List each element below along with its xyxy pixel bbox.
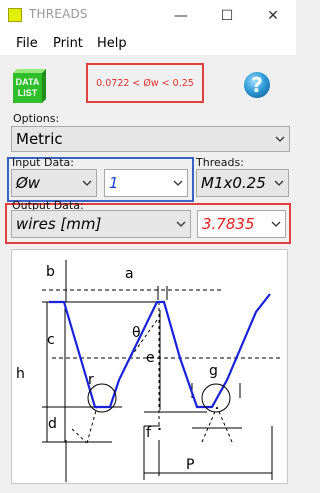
close-button[interactable]: ✕ xyxy=(250,0,296,31)
data-list-button[interactable]: DATA LIST xyxy=(13,69,46,103)
thread-profile-diagram: b a c θ e h r g d f P xyxy=(16,260,280,482)
output-value: 3.7835 xyxy=(202,215,255,233)
menu-file[interactable]: File xyxy=(16,36,38,51)
options-label: Options: xyxy=(13,112,60,125)
app-icon xyxy=(8,8,22,22)
threads-select[interactable]: M1x0.25 xyxy=(196,169,289,197)
threads-label: Threads: xyxy=(196,156,244,169)
help-button[interactable]: ? xyxy=(243,71,271,99)
chevron-down-icon xyxy=(169,180,187,186)
input-value: 1 xyxy=(109,174,119,192)
input-label: Input Data: xyxy=(12,156,74,169)
chevron-down-icon xyxy=(172,221,190,227)
label-d: d xyxy=(48,416,57,432)
range-expression: 0.0722 < Øw < 0.25 xyxy=(86,63,204,103)
options-select[interactable]: Metric xyxy=(11,126,290,152)
help-icon: ? xyxy=(244,72,270,98)
data-list-line1: DATA xyxy=(16,77,40,87)
data-list-icon: DATA LIST xyxy=(13,69,46,103)
label-P: P xyxy=(186,457,194,473)
label-b: b xyxy=(46,264,55,280)
menu-print[interactable]: Print xyxy=(53,36,83,51)
options-value: Metric xyxy=(16,130,63,148)
chevron-down-icon xyxy=(270,180,288,186)
output-value-field[interactable]: 3.7835 xyxy=(197,210,286,238)
thread-diagram-panel: b a c θ e h r g d f P xyxy=(11,249,288,484)
input-value-field[interactable]: 1 xyxy=(104,169,188,197)
window-title: THREADS xyxy=(29,7,88,21)
label-g: g xyxy=(209,363,218,379)
label-a: a xyxy=(125,266,134,282)
threads-value: M1x0.25 xyxy=(201,174,266,192)
label-theta: θ xyxy=(132,325,141,341)
menu-help[interactable]: Help xyxy=(97,36,127,51)
chevron-down-icon xyxy=(78,180,96,186)
data-list-line2: LIST xyxy=(18,88,38,98)
input-param-value: Øw xyxy=(16,174,41,192)
minimize-button[interactable]: — xyxy=(158,0,204,31)
chevron-down-icon xyxy=(271,136,289,142)
label-c: c xyxy=(47,332,55,348)
label-f: f xyxy=(146,425,152,441)
input-param-select[interactable]: Øw xyxy=(11,169,97,197)
chevron-down-icon xyxy=(267,221,285,227)
maximize-button[interactable]: ☐ xyxy=(204,0,250,31)
menu-bar xyxy=(0,31,296,55)
label-h: h xyxy=(16,366,25,382)
output-param-select[interactable]: wires [mm] xyxy=(11,210,191,238)
output-param-value: wires [mm] xyxy=(16,215,102,233)
label-e: e xyxy=(146,350,155,366)
label-r: r xyxy=(88,372,94,388)
help-symbol: ? xyxy=(251,73,263,97)
